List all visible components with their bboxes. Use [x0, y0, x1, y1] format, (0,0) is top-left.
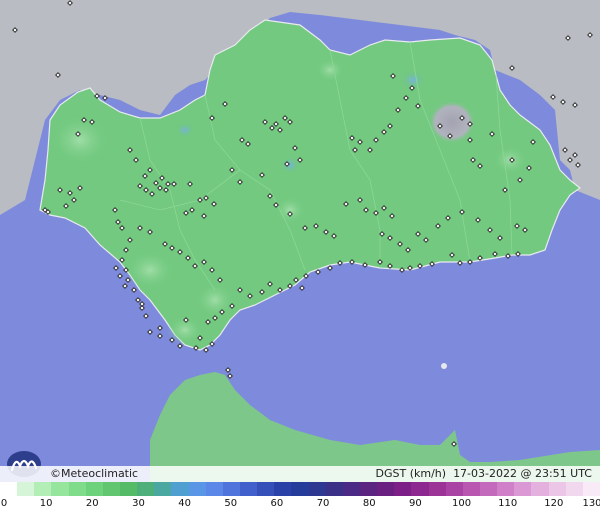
color-scale-ticks: 0 10 20 30 40 50 60 70 80 90 100 110 120 130	[0, 498, 600, 514]
scale-swatch	[445, 482, 463, 496]
scale-swatch	[582, 482, 600, 496]
scale-swatch	[34, 482, 52, 496]
gibraltar-marker	[441, 363, 447, 369]
scale-swatch	[325, 482, 343, 496]
scale-tick-label: 10	[39, 498, 53, 509]
scale-swatch	[548, 482, 566, 496]
wind-high-spot	[280, 156, 300, 174]
scale-swatch	[0, 482, 18, 496]
scale-swatch	[274, 482, 292, 496]
scale-swatch	[102, 482, 120, 496]
scale-swatch	[171, 482, 189, 496]
scale-swatch	[359, 482, 378, 496]
scale-swatch	[308, 482, 326, 496]
wind-light-patch	[125, 250, 175, 290]
timestamp: 17-03-2022 @ 23:51 UTC	[453, 467, 592, 480]
scale-tick-label: 100	[451, 498, 472, 509]
scale-swatch	[497, 482, 515, 496]
scale-tick-label: 70	[316, 498, 330, 509]
scale-swatch	[411, 482, 429, 496]
scale-swatch	[394, 482, 412, 496]
scale-swatch	[222, 482, 240, 496]
scale-tick-label: 90	[409, 498, 422, 509]
scale-swatch	[68, 482, 86, 496]
scale-swatch	[342, 482, 360, 496]
scale-swatch	[377, 482, 395, 496]
map-info: DGST (km/h) 17-03-2022 @ 23:51 UTC	[376, 467, 593, 480]
wind-light-patch	[195, 282, 235, 318]
scale-swatch	[462, 482, 480, 496]
copyright-symbol: ©	[50, 467, 61, 480]
scale-swatch	[428, 482, 446, 496]
scale-swatch	[154, 482, 172, 496]
scale-swatch	[137, 482, 155, 496]
scale-swatch	[188, 482, 206, 496]
scale-swatch	[514, 482, 532, 496]
scale-tick-label: 130	[582, 498, 600, 509]
wind-gust-map[interactable]	[0, 0, 600, 482]
scale-tick-label: 110	[498, 498, 518, 509]
scale-tick-label: 30	[132, 498, 145, 509]
color-scale-swatches	[0, 482, 600, 496]
scale-swatch	[85, 482, 103, 496]
color-scale: 0 10 20 30 40 50 60 70 80 90 100 110 120 130	[0, 482, 600, 517]
brand-label: ©Meteoclimatic	[50, 467, 138, 480]
scale-swatch	[565, 482, 583, 496]
wind-light-patch	[50, 115, 110, 165]
brand-name: Meteoclimatic	[61, 467, 139, 480]
scale-tick-label: 120	[544, 498, 564, 509]
scale-swatch	[257, 482, 275, 496]
scale-tick-label: 40	[178, 498, 191, 509]
scale-swatch	[531, 482, 549, 496]
wind-high-spot	[176, 122, 194, 138]
variable-name: DGST	[375, 467, 407, 480]
scale-swatch	[51, 482, 69, 496]
scale-tick-label: 20	[85, 498, 99, 509]
scale-swatch	[479, 482, 498, 496]
scale-tick-label: 0	[0, 498, 8, 509]
variable-unit: (km/h)	[409, 467, 447, 480]
scale-swatch	[291, 482, 309, 496]
scale-swatch	[205, 482, 223, 496]
scale-tick-label: 80	[362, 498, 376, 509]
map-view[interactable]: ©Meteoclimatic DGST (km/h) 17-03-2022 @ …	[0, 0, 600, 517]
scale-tick-label: 50	[224, 498, 238, 509]
scale-swatch	[119, 482, 138, 496]
scale-swatch	[239, 482, 258, 496]
scale-tick-label: 60	[270, 498, 284, 509]
scale-swatch	[17, 482, 35, 496]
wind-light-patch	[315, 58, 345, 82]
wind-light-patch	[274, 196, 306, 224]
